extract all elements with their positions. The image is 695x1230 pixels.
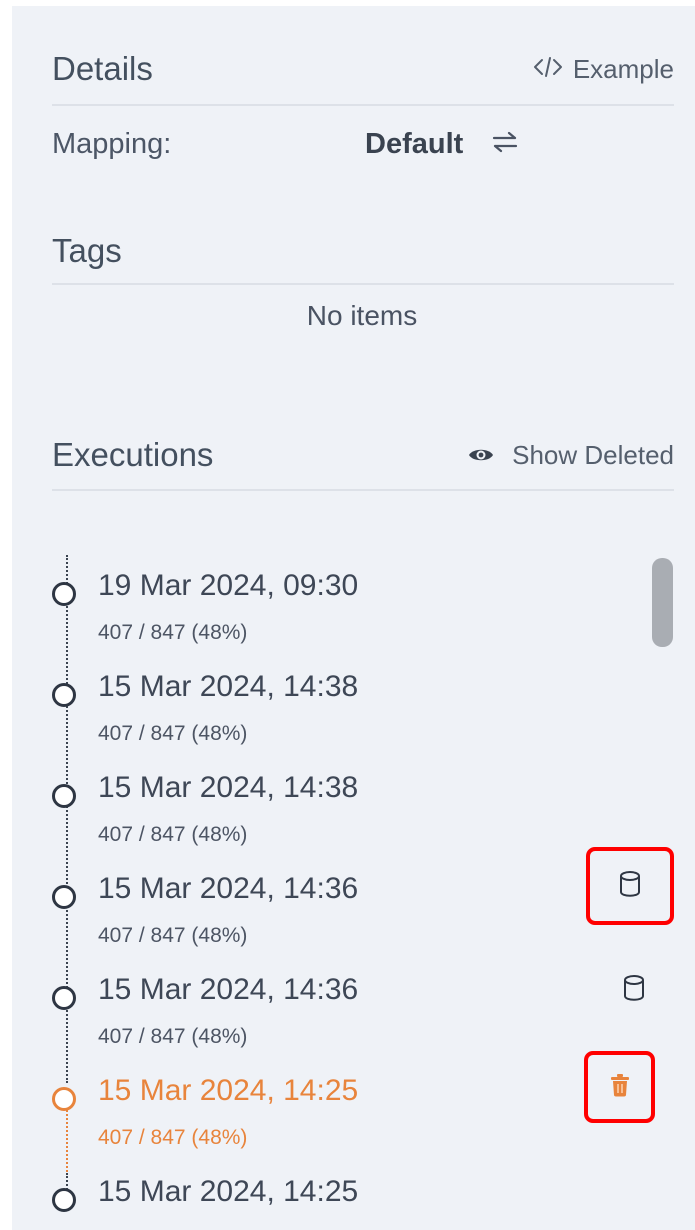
delete-button[interactable] bbox=[584, 1051, 655, 1123]
execution-stats: 407 / 847 (48%) bbox=[98, 722, 248, 745]
execution-stats: 407 / 847 (48%) bbox=[98, 1126, 248, 1149]
execution-stats: 407 / 847 (48%) bbox=[98, 621, 248, 644]
execution-stats: 407 / 847 (48%) bbox=[98, 1025, 248, 1048]
timeline-dot bbox=[52, 784, 76, 808]
execution-item[interactable]: 15 Mar 2024, 14:25 bbox=[44, 1171, 644, 1230]
mapping-value: Default bbox=[365, 128, 464, 160]
timeline-dot bbox=[52, 885, 76, 909]
eye-icon bbox=[468, 440, 494, 471]
execution-date: 19 Mar 2024, 09:30 bbox=[98, 569, 359, 602]
execution-item-active[interactable]: 15 Mar 2024, 14:25 407 / 847 (48%) bbox=[44, 1070, 644, 1170]
show-deleted-label: Show Deleted bbox=[512, 439, 674, 470]
database-icon bbox=[619, 870, 641, 903]
execution-date: 15 Mar 2024, 14:38 bbox=[98, 771, 359, 804]
database-button[interactable] bbox=[604, 965, 664, 1015]
show-deleted-toggle[interactable]: Show Deleted bbox=[468, 440, 674, 471]
timeline-dot bbox=[52, 1087, 76, 1111]
executions-title: Executions bbox=[52, 436, 214, 473]
mapping-selector[interactable]: Default bbox=[365, 128, 519, 161]
executions-header: Executions Show Deleted bbox=[52, 436, 674, 474]
executions-divider bbox=[52, 489, 674, 491]
database-button[interactable] bbox=[586, 847, 674, 925]
execution-item[interactable]: 15 Mar 2024, 14:38 407 / 847 (48%) bbox=[44, 767, 644, 867]
code-icon bbox=[533, 54, 563, 85]
execution-item[interactable]: 15 Mar 2024, 14:36 407 / 847 (48%) bbox=[44, 969, 644, 1069]
execution-date: 15 Mar 2024, 14:25 bbox=[98, 1074, 359, 1107]
execution-date: 15 Mar 2024, 14:36 bbox=[98, 872, 359, 905]
execution-date: 15 Mar 2024, 14:38 bbox=[98, 670, 359, 703]
timeline-dot bbox=[52, 683, 76, 707]
execution-date: 15 Mar 2024, 14:36 bbox=[98, 973, 359, 1006]
execution-stats: 407 / 847 (48%) bbox=[98, 924, 248, 947]
timeline-dot bbox=[52, 1188, 76, 1212]
example-label: Example bbox=[572, 53, 674, 84]
swap-arrows-icon bbox=[491, 130, 519, 159]
timeline-dot bbox=[52, 582, 76, 606]
execution-item[interactable]: 15 Mar 2024, 14:38 407 / 847 (48%) bbox=[44, 666, 644, 766]
timeline-dot bbox=[52, 986, 76, 1010]
details-header: Details Example bbox=[52, 50, 674, 88]
tags-divider bbox=[52, 283, 674, 285]
execution-stats: 407 / 847 (48%) bbox=[98, 823, 248, 846]
scrollbar-thumb[interactable] bbox=[652, 558, 673, 647]
trash-icon bbox=[610, 1073, 630, 1102]
execution-item[interactable]: 19 Mar 2024, 09:30 407 / 847 (48%) bbox=[44, 565, 644, 665]
example-button[interactable]: Example bbox=[533, 54, 674, 85]
execution-date: 15 Mar 2024, 14:25 bbox=[98, 1175, 359, 1208]
database-icon bbox=[623, 974, 645, 1007]
execution-item[interactable]: 15 Mar 2024, 14:36 407 / 847 (48%) bbox=[44, 868, 644, 968]
tags-empty-text: No items bbox=[306, 300, 418, 331]
details-divider bbox=[52, 104, 674, 106]
tags-title: Tags bbox=[52, 232, 122, 269]
details-title: Details bbox=[52, 50, 153, 87]
mapping-label: Mapping: bbox=[52, 128, 172, 160]
tags-header: Tags bbox=[52, 232, 674, 270]
